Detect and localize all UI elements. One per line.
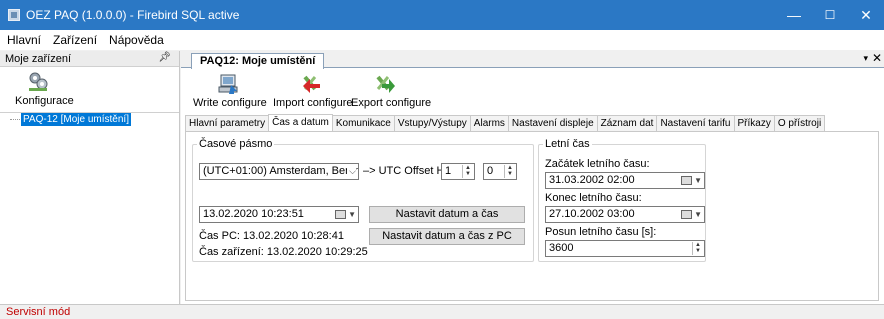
app-icon bbox=[8, 9, 20, 21]
tree-connector bbox=[10, 119, 20, 120]
timezone-value: (UTC+01:00) Amsterdam, Berlín, B bbox=[203, 165, 359, 177]
write-config-icon bbox=[218, 74, 238, 94]
document-tab[interactable]: PAQ12: Moje umístění bbox=[191, 53, 325, 69]
utc-offset-hours[interactable]: 1 ▲ ▼ bbox=[441, 163, 475, 180]
set-date-time-button[interactable]: Nastavit datum a čas bbox=[369, 206, 525, 223]
title-bar: OEZ PAQ (1.0.0.0) - Firebird SQL active … bbox=[0, 0, 884, 30]
summer-time-legend: Letní čas bbox=[545, 138, 590, 150]
summer-start-value: 31.03.2002 02:00 bbox=[549, 174, 635, 186]
spinner-icon[interactable]: ▲ ▼ bbox=[692, 242, 703, 255]
summer-shift-value: 3600 bbox=[549, 242, 574, 254]
window-title: OEZ PAQ (1.0.0.0) - Firebird SQL active bbox=[26, 8, 240, 22]
write-configure-label: Write configure bbox=[193, 97, 267, 109]
import-config-icon bbox=[303, 75, 320, 93]
tab-hlavni-parametry[interactable]: Hlavní parametry bbox=[185, 115, 270, 131]
toolbar: Write configure Import configure Export … bbox=[181, 69, 884, 112]
export-configure-button[interactable]: Export configure bbox=[351, 71, 431, 111]
summer-shift-label: Posun letního času [s]: bbox=[545, 226, 657, 238]
datetime-value: 13.02.2020 10:23:51 bbox=[203, 208, 304, 220]
menu-bar: Hlavní Zařízení Nápověda bbox=[0, 30, 884, 50]
summer-time-group: Letní čas Začátek letního času: 31.03.20… bbox=[538, 138, 706, 262]
menu-zarizeni[interactable]: Zařízení bbox=[53, 33, 97, 47]
tab-panel-cas-a-datum: Časové pásmo (UTC+01:00) Amsterdam, Berl… bbox=[185, 131, 879, 301]
pc-time-label: Čas PC: 13.02.2020 10:28:41 bbox=[199, 230, 344, 242]
import-configure-button[interactable]: Import configure bbox=[271, 71, 352, 111]
tab-prikazy[interactable]: Příkazy bbox=[733, 115, 775, 131]
tab-zaznam-dat[interactable]: Záznam dat bbox=[596, 115, 658, 131]
import-configure-label: Import configure bbox=[273, 97, 353, 109]
device-panel-header: Moje zařízení 📌︎ bbox=[0, 51, 179, 67]
calendar-icon bbox=[681, 176, 692, 185]
tab-vstupy-vystupy[interactable]: Vstupy/Výstupy bbox=[393, 115, 471, 131]
document-area: PAQ12: Moje umístění ▾ ✕ Write configure… bbox=[181, 51, 884, 304]
tab-nastaveni-tarifu[interactable]: Nastavení tarifu bbox=[656, 115, 735, 131]
timezone-select[interactable]: (UTC+01:00) Amsterdam, Berlín, B ⌵︎ bbox=[199, 163, 359, 180]
status-text: Servisní mód bbox=[6, 306, 71, 318]
calendar-icon bbox=[681, 210, 692, 219]
summer-end-label: Konec letního času: bbox=[545, 192, 642, 204]
timezone-group: Časové pásmo (UTC+01:00) Amsterdam, Berl… bbox=[192, 138, 534, 262]
device-panel-title: Moje zařízení bbox=[5, 52, 72, 65]
chevron-down-icon: ⌵︎ bbox=[347, 164, 356, 179]
summer-shift-input[interactable]: 3600 ▲ ▼ bbox=[545, 240, 705, 257]
tab-o-pristroji[interactable]: O přístroji bbox=[773, 115, 826, 131]
tree-node-paq12[interactable]: PAQ-12 [Moje umístění] bbox=[21, 113, 131, 126]
chevron-down-icon: ▼ bbox=[694, 176, 702, 185]
utc-offset-minutes-value: 0 bbox=[487, 165, 494, 177]
tab-nastaveni-displeje[interactable]: Nastavení displeje bbox=[507, 115, 598, 131]
datetime-picker[interactable]: 13.02.2020 10:23:51 ▼ bbox=[199, 206, 359, 223]
tab-list-dropdown-icon[interactable]: ▾ bbox=[863, 53, 868, 64]
status-bar: Servisní mód bbox=[0, 304, 884, 319]
export-configure-label: Export configure bbox=[351, 97, 432, 109]
summer-start-picker[interactable]: 31.03.2002 02:00 ▼ bbox=[545, 172, 705, 189]
utc-offset-minutes[interactable]: 0 ▲ ▼ bbox=[483, 163, 517, 180]
summer-end-value: 27.10.2002 03:00 bbox=[549, 208, 635, 220]
menu-napoveda[interactable]: Nápověda bbox=[109, 33, 164, 47]
device-panel: Moje zařízení 📌︎ Konfigurace PAQ-12 [Moj… bbox=[0, 51, 180, 304]
utc-offset-hours-value: 1 bbox=[445, 165, 452, 177]
summer-end-picker[interactable]: 27.10.2002 03:00 ▼ bbox=[545, 206, 705, 223]
pin-icon[interactable]: 📌︎ bbox=[158, 52, 171, 63]
timezone-legend: Časové pásmo bbox=[199, 138, 273, 150]
tab-alarms[interactable]: Alarms bbox=[469, 115, 509, 131]
chevron-down-icon: ▼ bbox=[348, 210, 356, 219]
configuration-label: Konfigurace bbox=[15, 95, 74, 107]
set-date-time-from-pc-button[interactable]: Nastavit datum a čas z PC bbox=[369, 228, 525, 245]
tab-cas-a-datum[interactable]: Čas a datum bbox=[268, 114, 333, 131]
write-configure-button[interactable]: Write configure bbox=[191, 71, 267, 111]
calendar-icon bbox=[335, 210, 346, 219]
export-config-icon bbox=[376, 75, 395, 93]
configuration-button[interactable]: Konfigurace bbox=[5, 69, 75, 111]
spinner-icon[interactable]: ▲ ▼ bbox=[462, 165, 473, 178]
document-close-icon[interactable]: ✕ bbox=[872, 51, 882, 65]
maximize-button[interactable]: ☐ bbox=[812, 0, 848, 30]
close-button[interactable]: ✕ bbox=[848, 0, 884, 30]
spinner-icon[interactable]: ▲ ▼ bbox=[504, 165, 515, 178]
settings-tabs: Hlavní parametry Čas a datum Komunikace … bbox=[185, 114, 826, 131]
gears-icon bbox=[29, 72, 48, 91]
summer-start-label: Začátek letního času: bbox=[545, 158, 650, 170]
menu-hlavni[interactable]: Hlavní bbox=[7, 33, 41, 47]
device-time-label: Čas zařízení: 13.02.2020 10:29:25 bbox=[199, 246, 368, 258]
tab-komunikace[interactable]: Komunikace bbox=[331, 115, 395, 131]
minimize-button[interactable]: — bbox=[776, 0, 812, 30]
chevron-down-icon: ▼ bbox=[694, 210, 702, 219]
document-tab-strip: PAQ12: Moje umístění ▾ ✕ bbox=[181, 51, 884, 69]
